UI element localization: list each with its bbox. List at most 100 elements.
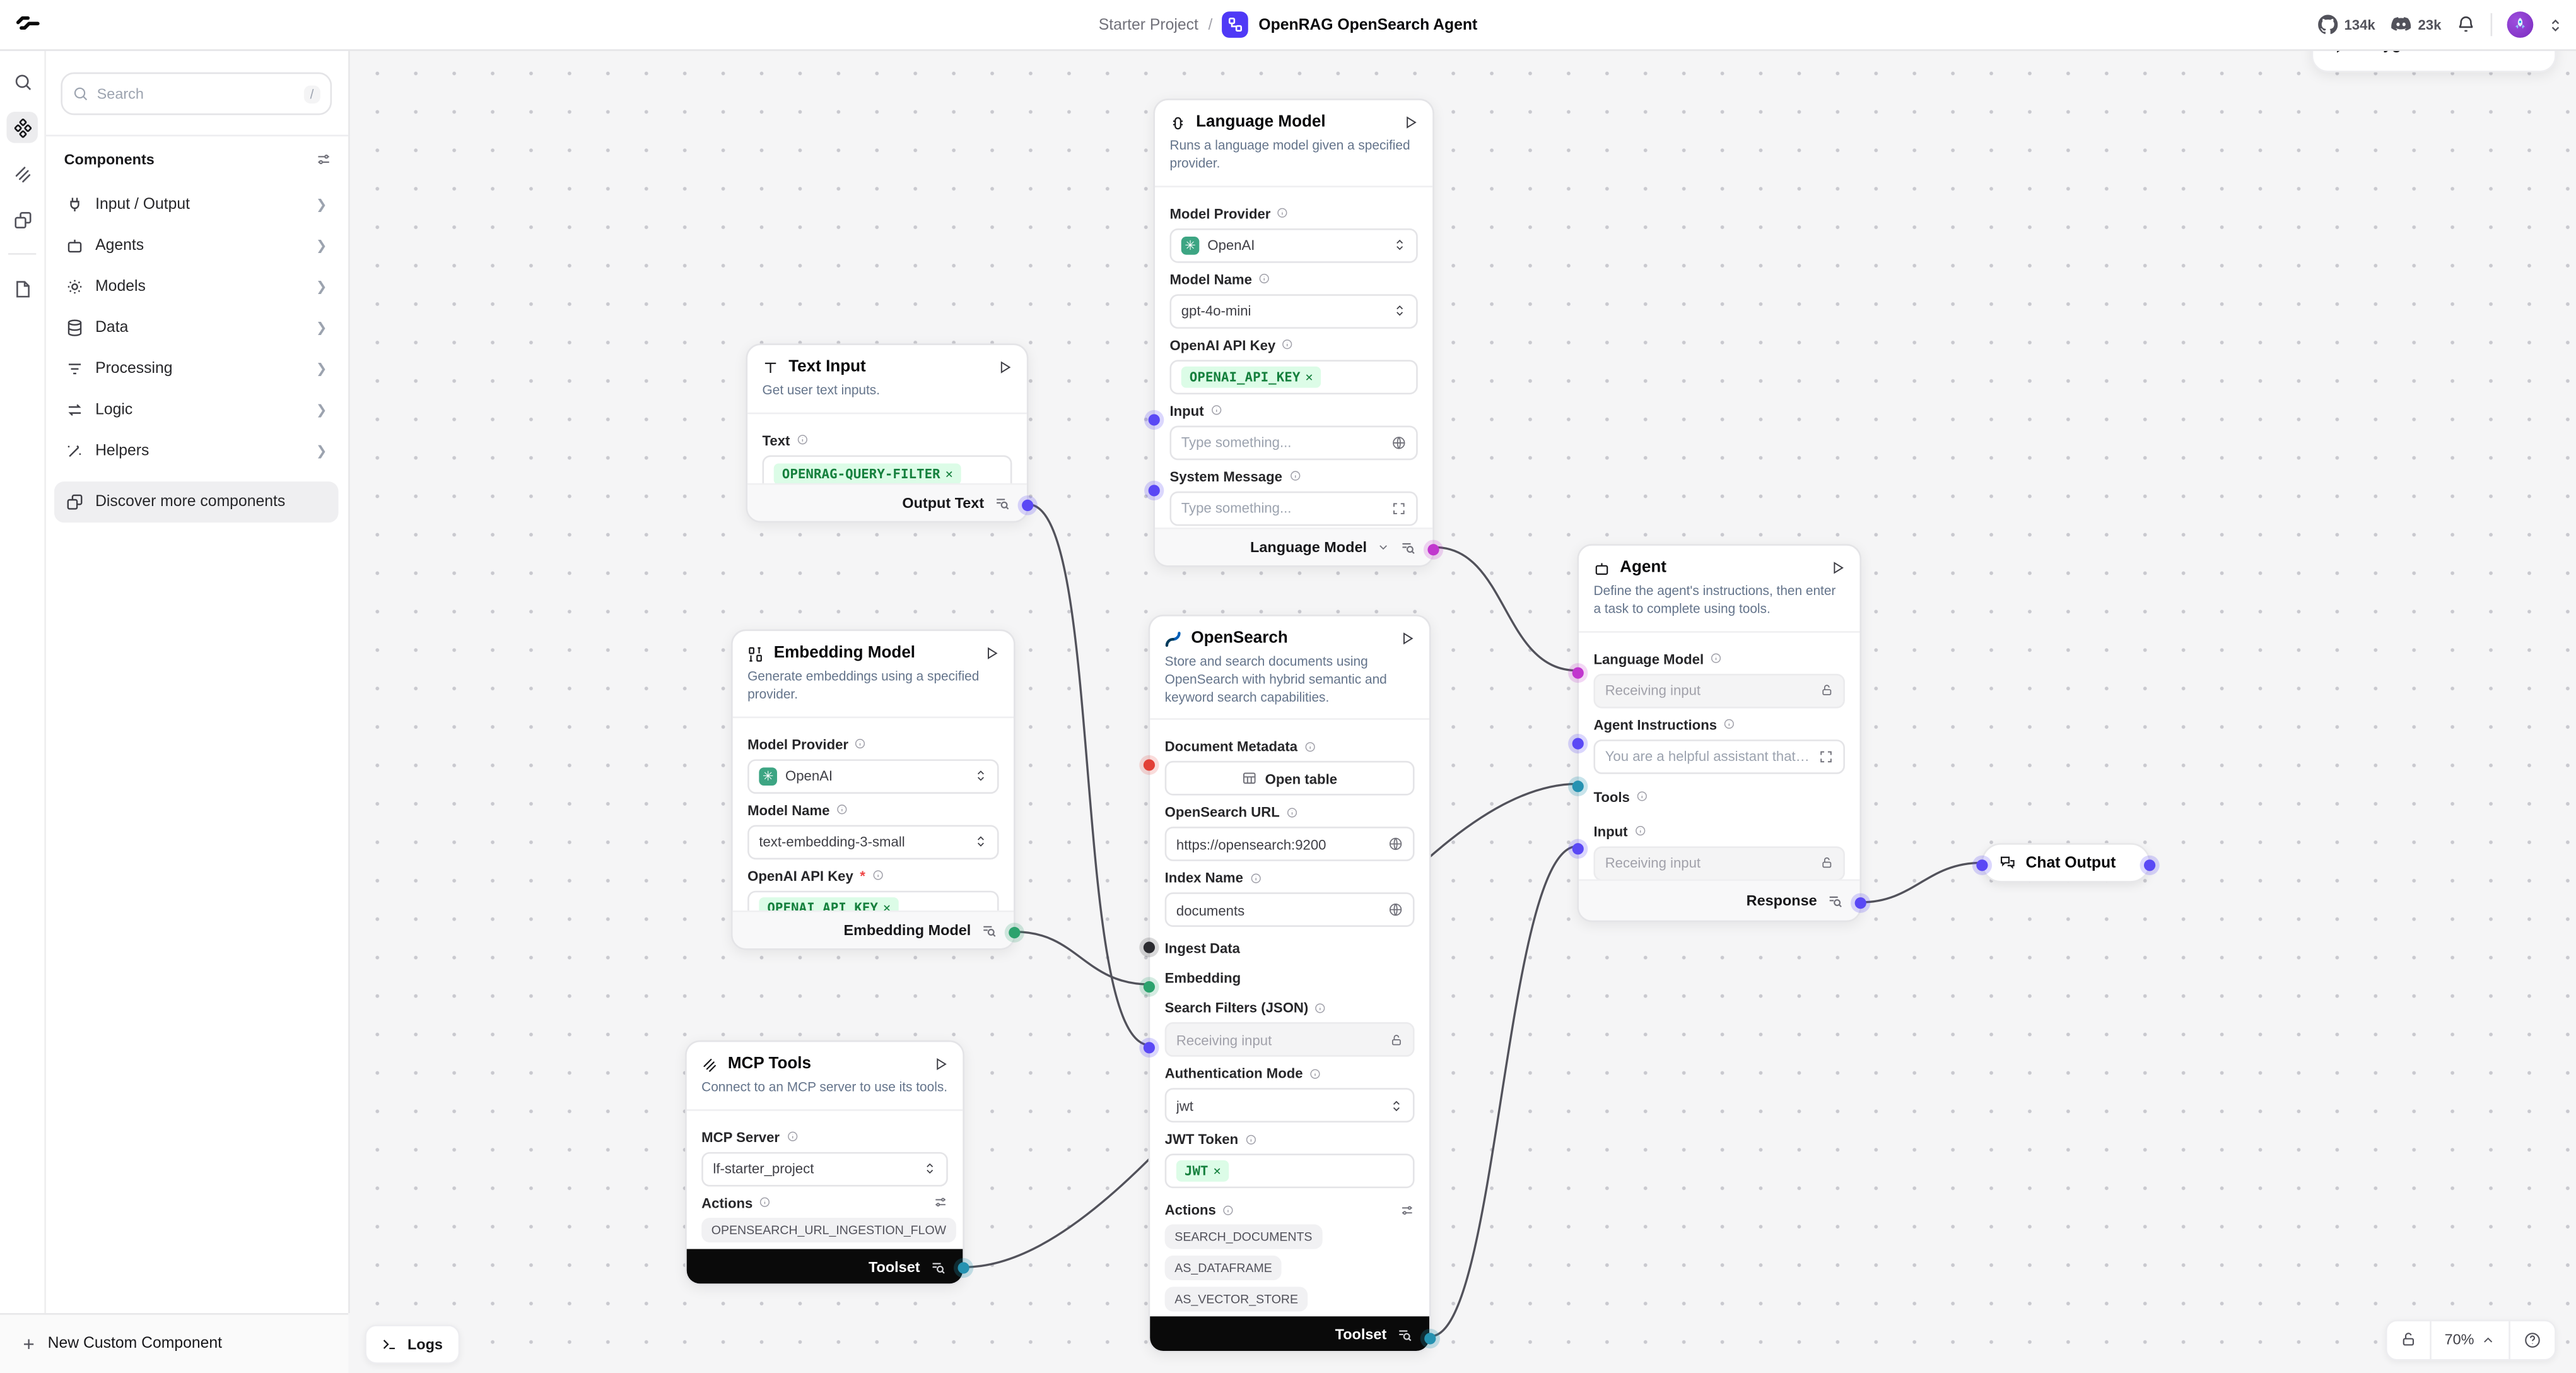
info-icon[interactable] [797, 434, 808, 445]
sidebar-item-logic[interactable]: Logic❯ [54, 389, 339, 430]
action-tag[interactable]: AS_DATAFRAME [1165, 1256, 1282, 1281]
node-chat-output[interactable]: Chat Output [1981, 843, 2150, 883]
sidebar-item-discover-more[interactable]: Discover more components [54, 481, 339, 522]
jwt-token-field[interactable]: JWT× [1165, 1154, 1415, 1189]
model-name-select[interactable]: text-embedding-3-small [747, 824, 999, 859]
discord-count[interactable]: 23k [2390, 16, 2441, 33]
toolset-output-handle[interactable] [1424, 1333, 1436, 1344]
info-icon[interactable] [855, 738, 866, 750]
lock-canvas-button[interactable] [2387, 1321, 2430, 1358]
input-field[interactable]: Type something... [1169, 425, 1417, 460]
output-handle[interactable] [1022, 500, 1033, 511]
logs-button[interactable]: Logs [365, 1324, 459, 1364]
search-input[interactable]: Search / [61, 73, 332, 115]
info-icon[interactable] [1250, 873, 1261, 884]
model-provider-select[interactable]: ✳ OpenAI [747, 758, 999, 793]
rail-components-icon[interactable] [6, 112, 37, 143]
info-icon[interactable] [1309, 1068, 1321, 1080]
global-variable-tag[interactable]: OPENAI_API_KEY× [1181, 366, 1321, 387]
run-node-button[interactable] [997, 360, 1012, 374]
sidebar-item-input-output[interactable]: Input / Output❯ [54, 184, 339, 225]
document-metadata-handle[interactable] [1144, 759, 1155, 770]
github-stars[interactable]: 134k [2318, 15, 2375, 34]
embedding-output-handle[interactable] [1009, 927, 1020, 938]
run-node-button[interactable] [1830, 560, 1845, 575]
action-tag[interactable]: OPENSEARCH_URL_INGESTION_FLOW [701, 1217, 956, 1242]
model-name-select[interactable]: gpt-4o-mini [1169, 293, 1417, 328]
info-icon[interactable] [1289, 470, 1300, 481]
rail-search-icon[interactable] [6, 66, 37, 97]
remove-tag-icon[interactable]: × [1305, 369, 1313, 384]
system-message-field[interactable]: Type something... [1169, 491, 1417, 526]
info-icon[interactable] [1277, 207, 1289, 218]
node-text-input[interactable]: Text Input Get user text inputs. Text OP… [746, 343, 1028, 522]
action-tag[interactable]: SEARCH_DOCUMENTS [1165, 1225, 1322, 1249]
info-icon[interactable] [1304, 741, 1315, 752]
inspect-output-icon[interactable] [1400, 539, 1416, 555]
language-model-output-handle[interactable] [1427, 544, 1439, 555]
filter-sliders-icon[interactable] [315, 151, 332, 168]
help-button[interactable] [2509, 1321, 2555, 1358]
breadcrumb-project[interactable]: Starter Project [1099, 16, 1198, 34]
info-icon[interactable] [1634, 825, 1646, 837]
info-icon[interactable] [1315, 1003, 1326, 1014]
agent-tools-handle[interactable] [1572, 781, 1584, 792]
auth-mode-select[interactable]: jwt [1165, 1088, 1415, 1123]
mcp-server-select[interactable]: lf-starter_project [701, 1152, 948, 1186]
info-icon[interactable] [1636, 791, 1648, 802]
model-provider-select[interactable]: ✳ OpenAI [1169, 228, 1417, 262]
node-embedding-model[interactable]: Embedding Model Generate embeddings usin… [731, 630, 1016, 950]
search-filters-handle[interactable] [1144, 1042, 1155, 1053]
info-icon[interactable] [787, 1131, 798, 1143]
info-icon[interactable] [836, 804, 848, 815]
expand-icon[interactable] [1818, 749, 1833, 763]
notification-bell-icon[interactable] [2456, 15, 2476, 34]
inspect-output-icon[interactable] [981, 922, 997, 938]
sidebar-item-helpers[interactable]: Helpers❯ [54, 430, 339, 471]
agent-instructions-handle[interactable] [1572, 738, 1584, 749]
info-icon[interactable] [1258, 273, 1270, 285]
embedding-handle[interactable] [1144, 981, 1155, 993]
node-language-model[interactable]: Language Model Runs a language model giv… [1153, 98, 1434, 567]
run-node-button[interactable] [1403, 115, 1417, 129]
flow-canvas[interactable] [348, 49, 2576, 1373]
langflow-logo[interactable] [15, 11, 41, 38]
node-opensearch[interactable]: OpenSearch Store and search documents us… [1149, 615, 1431, 1352]
info-icon[interactable] [1282, 339, 1294, 350]
input-handle[interactable] [1149, 414, 1160, 425]
run-node-button[interactable] [1400, 631, 1414, 645]
rail-notes-icon[interactable] [6, 273, 37, 303]
node-agent[interactable]: Agent Define the agent's instructions, t… [1577, 544, 1861, 922]
sidebar-item-data[interactable]: Data❯ [54, 307, 339, 348]
inspect-output-icon[interactable] [994, 495, 1010, 511]
node-mcp-tools[interactable]: MCP Tools Connect to an MCP server to us… [685, 1040, 964, 1285]
info-icon[interactable] [1245, 1134, 1256, 1145]
chevron-down-icon[interactable] [1377, 541, 1390, 554]
rail-blocks-icon[interactable] [6, 204, 37, 235]
sliders-icon[interactable] [1400, 1203, 1414, 1217]
system-message-handle[interactable] [1149, 485, 1160, 496]
sidebar-item-models[interactable]: Models❯ [54, 266, 339, 307]
api-key-field[interactable]: OPENAI_API_KEY× [1169, 359, 1417, 394]
index-name-field[interactable]: documents [1165, 893, 1415, 928]
run-node-button[interactable] [933, 1057, 947, 1071]
chat-input-handle[interactable] [1976, 859, 1988, 870]
agent-instructions-field[interactable]: You are a helpful assistant that can [1593, 739, 1845, 774]
info-icon[interactable] [1711, 652, 1722, 664]
info-icon[interactable] [759, 1197, 771, 1208]
response-output-handle[interactable] [1855, 897, 1866, 909]
avatar[interactable] [2507, 11, 2534, 38]
new-custom-component-button[interactable]: + New Custom Component [0, 1312, 348, 1373]
inspect-output-icon[interactable] [1396, 1326, 1413, 1342]
remove-tag-icon[interactable]: × [945, 466, 953, 481]
expand-icon[interactable] [1391, 500, 1406, 515]
run-node-button[interactable] [984, 646, 998, 661]
info-icon[interactable] [1222, 1205, 1234, 1216]
open-table-button[interactable]: Open table [1165, 762, 1415, 796]
toolset-output-handle[interactable] [957, 1262, 969, 1273]
rail-bundles-icon[interactable] [6, 158, 37, 189]
agent-language-model-handle[interactable] [1572, 667, 1584, 678]
info-icon[interactable] [1723, 718, 1735, 729]
sliders-icon[interactable] [933, 1195, 947, 1210]
global-variable-tag[interactable]: OPENRAG-QUERY-FILTER× [774, 463, 961, 485]
